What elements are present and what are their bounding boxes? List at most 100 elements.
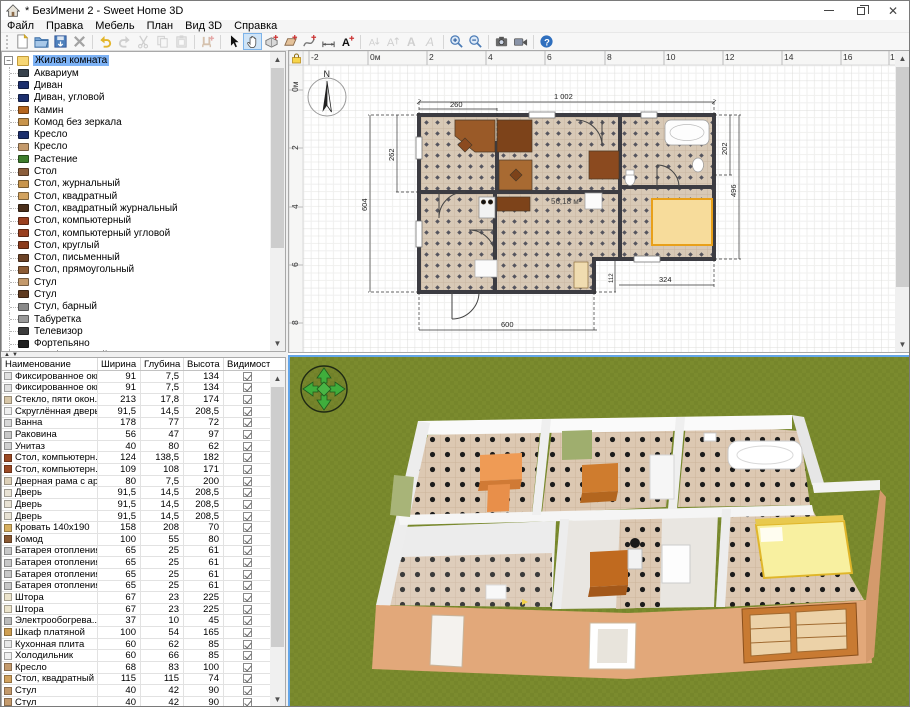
column-height[interactable]: Высота [184,358,224,370]
furniture-row[interactable]: Дверь91,514,5208,5 [2,511,270,523]
furniture-row[interactable]: Стол, компьютерн...124138,5182 [2,452,270,464]
create-walls-button[interactable] [262,33,281,50]
catalog-item[interactable]: Табуретка [4,313,269,325]
copy-button[interactable] [153,33,172,50]
navigation-compass[interactable] [301,366,347,412]
catalog-item[interactable]: Стол, квадратный [4,190,269,202]
furniture-row[interactable]: Батарея отопления652561 [2,546,270,558]
visibility-checkbox[interactable] [243,465,252,474]
plan-scrollbar[interactable]: ▲ ▼ [895,51,910,352]
visibility-checkbox[interactable] [243,488,252,497]
visibility-checkbox[interactable] [243,500,252,509]
catalog-item[interactable]: Комод без зеркала [4,116,269,128]
visibility-checkbox[interactable] [243,453,252,462]
select-tool-button[interactable] [224,33,243,50]
visibility-checkbox[interactable] [243,651,252,660]
paste-button[interactable] [172,33,191,50]
help-button[interactable]: ? [537,33,556,50]
catalog-item[interactable]: Стол, письменный [4,251,269,263]
furniture-row[interactable]: Стул404290 [2,685,270,697]
furniture-row[interactable]: Батарея отопления652561 [2,581,270,593]
furniture-row[interactable]: Комод1005580 [2,534,270,546]
plan-2d-panel[interactable]: -2 0м 2 4 6 8 10 12 14 16 18 0м 2 4 6 [288,50,910,353]
catalog-item[interactable]: Стол, журнальный [4,178,269,190]
catalog-item[interactable]: Фортепьяно [4,338,269,350]
visibility-checkbox[interactable] [243,581,252,590]
scroll-down-icon[interactable]: ▼ [895,337,910,352]
view-3d-canvas[interactable] [290,357,909,706]
minimize-button[interactable] [813,1,845,20]
furniture-row[interactable]: Фиксированное окно917,5134 [2,383,270,395]
visibility-checkbox[interactable] [243,442,252,451]
catalog-item[interactable]: Стол [4,165,269,177]
save-button[interactable] [51,33,70,50]
scroll-up-icon[interactable]: ▲ [270,52,285,67]
furniture-row[interactable]: Стул404290 [2,697,270,707]
catalog-item[interactable]: Диван [4,79,269,91]
restore-button[interactable] [845,1,877,20]
scrollbar-thumb[interactable] [271,68,284,248]
visibility-checkbox[interactable] [243,663,252,672]
furniture-row[interactable]: Фиксированное окно917,5134 [2,371,270,383]
furniture-row[interactable]: Ванна1787772 [2,418,270,430]
column-name[interactable]: Наименование [2,358,98,370]
undo-button[interactable] [96,33,115,50]
preferences-button[interactable] [70,33,89,50]
furniture-row[interactable]: Дверная рама с ар...807,5200 [2,476,270,488]
furniture-row[interactable]: Штора6723225 [2,604,270,616]
visibility-checkbox[interactable] [243,640,252,649]
visibility-checkbox[interactable] [243,430,252,439]
catalog-item[interactable]: Кресло [4,141,269,153]
furniture-row[interactable]: Стол, компьютерн...109108171 [2,464,270,476]
scroll-up-icon[interactable]: ▲ [895,51,910,66]
catalog-item[interactable]: Стул, барный [4,301,269,313]
furniture-row[interactable]: Холодильник606685 [2,650,270,662]
add-text-button[interactable]: A [338,33,357,50]
visibility-checkbox[interactable] [243,372,252,381]
furniture-row[interactable]: Штора6723225 [2,592,270,604]
plan-canvas[interactable]: -2 0м 2 4 6 8 10 12 14 16 18 0м 2 4 6 [289,51,896,353]
menu-edit[interactable]: Правка [40,20,89,32]
increase-text-size-button[interactable]: A [383,33,402,50]
furniture-row[interactable]: Батарея отопления652561 [2,557,270,569]
scrollbar-thumb[interactable] [271,387,284,647]
visibility-checkbox[interactable] [243,570,252,579]
menu-file[interactable]: Файл [1,20,40,32]
visibility-checkbox[interactable] [243,523,252,532]
furniture-row[interactable]: Дверь91,514,5208,5 [2,499,270,511]
create-dimensions-button[interactable] [319,33,338,50]
close-button[interactable]: ✕ [877,1,909,20]
bold-button[interactable]: A [402,33,421,50]
visibility-checkbox[interactable] [243,674,252,683]
column-width[interactable]: Ширина [98,358,141,370]
catalog-item[interactable]: Растение [4,153,269,165]
catalog-item[interactable]: Аквариум [4,67,269,79]
furniture-row[interactable]: Дверь91,514,5208,5 [2,487,270,499]
redo-button[interactable] [115,33,134,50]
catalog-item[interactable]: Стол, квадратный журнальный [4,202,269,214]
visibility-checkbox[interactable] [243,477,252,486]
italic-button[interactable]: A [421,33,440,50]
new-document-button[interactable] [13,33,32,50]
catalog-item[interactable]: Стул [4,276,269,288]
cut-button[interactable] [134,33,153,50]
zoom-in-button[interactable] [447,33,466,50]
visibility-checkbox[interactable] [243,535,252,544]
menu-plan[interactable]: План [141,20,180,32]
furniture-row[interactable]: Электрообогрева...371045 [2,615,270,627]
scroll-down-icon[interactable]: ▼ [270,336,285,351]
scroll-up-icon[interactable]: ▲ [270,371,285,386]
column-depth[interactable]: Глубина [141,358,184,370]
pan-tool-button[interactable] [243,33,262,50]
visibility-checkbox[interactable] [243,593,252,602]
catalog-item[interactable]: Стол, компьютерный [4,215,269,227]
visibility-checkbox[interactable] [243,605,252,614]
furniture-row[interactable]: Скруглённая дверь91,514,5208,5 [2,406,270,418]
visibility-checkbox[interactable] [243,616,252,625]
visibility-checkbox[interactable] [243,383,252,392]
furniture-row[interactable]: Кровать 140x19015820870 [2,522,270,534]
open-button[interactable] [32,33,51,50]
scroll-down-icon[interactable]: ▼ [270,692,285,707]
collapse-expander-icon[interactable]: − [4,56,13,65]
furniture-row[interactable]: Стекло, пяти окон...21317,8174 [2,394,270,406]
